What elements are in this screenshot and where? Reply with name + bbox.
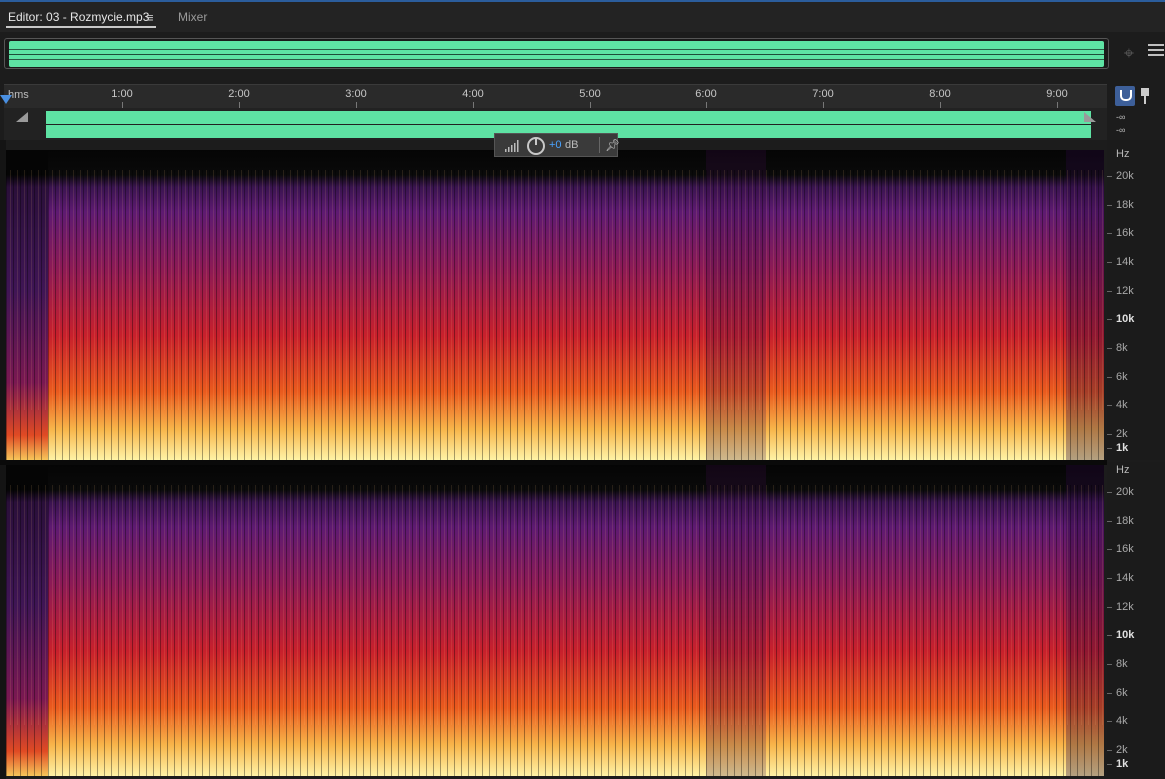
- frequency-tick: [1107, 750, 1112, 751]
- frequency-tick: [1107, 693, 1112, 694]
- frequency-tick: [1107, 549, 1112, 550]
- frequency-axis-channel-1: Hz 20k 18k 16k 14k 12k 10k 8k 6k 4k 2k 1…: [1107, 140, 1165, 460]
- frequency-label: 1k: [1116, 758, 1129, 770]
- zoom-navigator-icon[interactable]: ⌖: [1118, 42, 1140, 64]
- frequency-label: 4k: [1116, 399, 1128, 411]
- ruler-tick-label: 8:00: [929, 88, 951, 100]
- ruler-tick-label: 4:00: [462, 88, 484, 100]
- hud-divider: [599, 137, 600, 153]
- frequency-label: 16k: [1116, 543, 1134, 555]
- ruler-tick-label: 3:00: [345, 88, 367, 100]
- frequency-tick: [1107, 448, 1112, 449]
- frequency-unit-label: Hz: [1116, 148, 1130, 160]
- frequency-label: 18k: [1116, 199, 1134, 211]
- playhead-marker[interactable]: [0, 95, 12, 104]
- frequency-label: 20k: [1116, 170, 1134, 182]
- volume-value[interactable]: +0: [549, 139, 562, 151]
- channel-1-db-readout: -∞: [1116, 112, 1126, 122]
- tab-bar: Editor: 03 - Rozmycie.mp3 ≡ Mixer: [0, 2, 1165, 32]
- pin-hud-icon[interactable]: 📌︎: [605, 138, 620, 152]
- frequency-tick: [1107, 721, 1112, 722]
- frequency-tick: [1107, 291, 1112, 292]
- frequency-label: 14k: [1116, 572, 1134, 584]
- frequency-tick: [1107, 319, 1112, 320]
- level-meter-icon: [505, 140, 519, 152]
- frequency-label: 2k: [1116, 428, 1128, 440]
- frequency-tick: [1107, 377, 1112, 378]
- frequency-tick: [1107, 405, 1112, 406]
- frequency-label: 20k: [1116, 486, 1134, 498]
- overview-channel-line: [9, 59, 1104, 60]
- panel-menu-icon[interactable]: [1148, 44, 1164, 62]
- snapping-magnet-button[interactable]: [1115, 86, 1135, 106]
- channel-2-db-readout: -∞: [1116, 125, 1126, 135]
- frequency-label: 12k: [1116, 601, 1134, 613]
- frequency-label: 8k: [1116, 658, 1128, 670]
- frequency-tick: [1107, 664, 1112, 665]
- hamburger-menu-icon[interactable]: ≡: [146, 10, 154, 25]
- frequency-label: 4k: [1116, 715, 1128, 727]
- frequency-label: 18k: [1116, 515, 1134, 527]
- tab-mixer[interactable]: Mixer: [178, 10, 207, 24]
- frequency-tick: [1107, 578, 1112, 579]
- waveform-channel-left: [46, 111, 1091, 124]
- frequency-label: 6k: [1116, 687, 1128, 699]
- ruler-tick-label: 2:00: [228, 88, 250, 100]
- frequency-tick: [1107, 205, 1112, 206]
- frequency-tick: [1107, 233, 1112, 234]
- frequency-label: 12k: [1116, 285, 1134, 297]
- frequency-tick: [1107, 764, 1112, 765]
- overview-navigator[interactable]: [4, 38, 1109, 69]
- frequency-tick: [1107, 492, 1112, 493]
- overview-channel-line: [9, 49, 1104, 50]
- marker-pin-icon[interactable]: [1141, 88, 1149, 104]
- frequency-label: 1k: [1116, 442, 1129, 454]
- active-tab-indicator: [6, 26, 156, 28]
- frequency-tick: [1107, 521, 1112, 522]
- spectrogram-channel-2[interactable]: [6, 465, 1104, 776]
- frequency-label: 2k: [1116, 744, 1128, 756]
- overview-center-line: [9, 54, 1104, 55]
- fade-in-handle[interactable]: [16, 112, 28, 122]
- time-ruler[interactable]: hms 1:00 2:00 3:00 4:00 5:00 6:00 7:00 8…: [4, 84, 1107, 108]
- ruler-tick-label: 1:00: [111, 88, 133, 100]
- ruler-tick-label: 9:00: [1046, 88, 1068, 100]
- frequency-unit-label: Hz: [1116, 464, 1130, 476]
- ruler-tick-label: 7:00: [812, 88, 834, 100]
- spectrogram-image-1: [6, 150, 1104, 460]
- ruler-tick-label: 5:00: [579, 88, 601, 100]
- frequency-tick: [1107, 176, 1112, 177]
- frequency-tick: [1107, 607, 1112, 608]
- frequency-label: 10k: [1116, 629, 1135, 641]
- frequency-label: 10k: [1116, 313, 1135, 325]
- frequency-tick: [1107, 434, 1112, 435]
- frequency-label: 16k: [1116, 227, 1134, 239]
- ruler-tick-label: 6:00: [695, 88, 717, 100]
- frequency-label: 6k: [1116, 371, 1128, 383]
- spectrogram-channel-1[interactable]: [6, 150, 1104, 460]
- frequency-label: 8k: [1116, 342, 1128, 354]
- volume-hud[interactable]: +0 dB 📌︎: [494, 133, 620, 157]
- frequency-tick: [1107, 348, 1112, 349]
- frequency-tick: [1107, 262, 1112, 263]
- frequency-tick: [1107, 635, 1112, 636]
- frequency-axis-channel-2: Hz 20k 18k 16k 14k 12k 10k 8k 6k 4k 2k 1…: [1107, 462, 1165, 779]
- spectrogram-image-2: [6, 465, 1104, 776]
- frequency-label: 14k: [1116, 256, 1134, 268]
- volume-knob[interactable]: [527, 137, 545, 155]
- volume-unit: dB: [565, 139, 579, 151]
- tab-editor[interactable]: Editor: 03 - Rozmycie.mp3: [8, 10, 149, 24]
- overview-waveform[interactable]: [9, 41, 1104, 67]
